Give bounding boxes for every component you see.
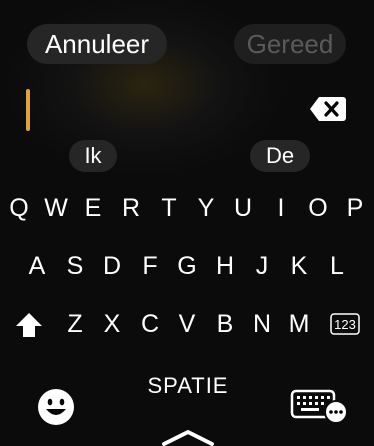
key-k[interactable]: K xyxy=(284,249,314,283)
key-d[interactable]: D xyxy=(97,249,127,283)
key-n[interactable]: N xyxy=(247,307,277,341)
cancel-button[interactable]: Annuleer xyxy=(27,24,167,64)
key-y[interactable]: Y xyxy=(191,191,221,225)
key-c[interactable]: C xyxy=(135,307,165,341)
numbers-key-label: 123 xyxy=(334,317,356,332)
key-a[interactable]: A xyxy=(22,249,52,283)
keyboard-more-icon[interactable] xyxy=(290,388,348,424)
text-cursor xyxy=(26,89,30,131)
backspace-icon[interactable] xyxy=(309,96,347,122)
numbers-key[interactable]: 123 xyxy=(330,313,360,335)
key-p[interactable]: P xyxy=(340,191,370,225)
key-m[interactable]: M xyxy=(284,307,314,341)
key-v[interactable]: V xyxy=(172,307,202,341)
key-w[interactable]: W xyxy=(41,191,71,225)
suggestion-chip[interactable]: Ik xyxy=(69,140,117,172)
key-i[interactable]: I xyxy=(266,191,296,225)
key-row-3: Z X C V B N M xyxy=(0,307,374,341)
key-j[interactable]: J xyxy=(247,249,277,283)
key-z[interactable]: Z xyxy=(60,307,90,341)
key-o[interactable]: O xyxy=(303,191,333,225)
emoji-icon[interactable] xyxy=(37,388,75,426)
key-t[interactable]: T xyxy=(154,191,184,225)
key-h[interactable]: H xyxy=(210,249,240,283)
key-e[interactable]: E xyxy=(78,191,108,225)
key-x[interactable]: X xyxy=(97,307,127,341)
chevron-up-icon[interactable] xyxy=(160,428,216,446)
key-g[interactable]: G xyxy=(172,249,202,283)
key-u[interactable]: U xyxy=(228,191,258,225)
key-s[interactable]: S xyxy=(60,249,90,283)
key-f[interactable]: F xyxy=(135,249,165,283)
suggestion-chip[interactable]: De xyxy=(250,140,310,172)
key-l[interactable]: L xyxy=(322,249,352,283)
key-r[interactable]: R xyxy=(116,191,146,225)
key-q[interactable]: Q xyxy=(4,191,34,225)
space-key[interactable]: SPATIE xyxy=(143,372,233,400)
key-row-2: A S D F G H J K L xyxy=(0,249,374,283)
done-button[interactable]: Gereed xyxy=(234,24,346,64)
key-b[interactable]: B xyxy=(210,307,240,341)
shift-icon[interactable] xyxy=(14,311,44,339)
key-row-1: Q W E R T Y U I O P xyxy=(0,191,374,225)
